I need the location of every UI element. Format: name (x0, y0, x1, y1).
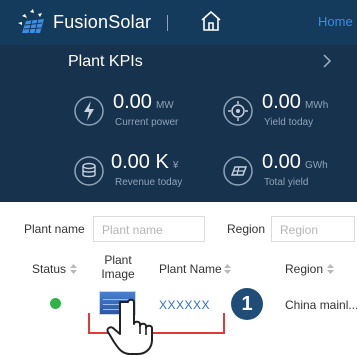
kpi-value: 0.00 (113, 91, 152, 113)
fusionsolar-logo-icon (18, 9, 44, 34)
kpi-unit: GWh (304, 160, 328, 171)
top-bar: FusionSolar Home (0, 0, 357, 45)
sort-icon[interactable] (70, 264, 77, 274)
column-header-status[interactable]: Status (32, 262, 66, 276)
column-header-plant-image: Plant Image (101, 253, 135, 281)
plant-kpi-panel: Plant KPIs 0.00 MW Current power 0.00 MWh … (0, 45, 357, 202)
chevron-right-icon[interactable] (320, 53, 334, 69)
home-link[interactable]: Home (318, 14, 353, 29)
step-number-badge: 1 (231, 288, 263, 320)
kpi-unit: MW (155, 100, 174, 111)
plant-name-label: Plant name (24, 222, 85, 236)
kpi-unit: ¥ (172, 160, 179, 171)
app-title: FusionSolar (53, 12, 152, 32)
region-input[interactable]: Region (271, 216, 355, 242)
sort-icon[interactable] (224, 264, 231, 274)
plant-name-link[interactable]: XXXXXX (159, 298, 210, 312)
kpi-label: Total yield (264, 177, 309, 188)
lightning-icon (74, 96, 104, 126)
region-label: Region (227, 222, 266, 236)
kpi-value: 0.00 (262, 91, 301, 113)
solar-panel-icon (223, 156, 253, 186)
region-cell: China mainl... (285, 298, 357, 312)
kpi-label: Yield today (264, 117, 314, 128)
sort-icon[interactable] (327, 264, 334, 274)
home-icon[interactable] (199, 9, 223, 33)
column-header-plant-name[interactable]: Plant Name (159, 262, 222, 276)
filter-bar: Plant name Plant name Region Region (0, 212, 357, 246)
kpi-unit: MWh (304, 100, 329, 111)
plant-name-input[interactable]: Plant name (93, 216, 205, 242)
status-online-indicator (50, 298, 61, 309)
column-header-region[interactable]: Region (285, 262, 323, 276)
kpi-value: 0.00 K (111, 151, 169, 173)
header-divider (167, 15, 168, 31)
pointing-hand-icon (106, 298, 153, 355)
kpi-value: 0.00 (262, 151, 301, 173)
target-icon (223, 96, 253, 126)
kpi-label: Current power (115, 117, 179, 128)
table-header: Status Plant Image Plant Name Region (0, 250, 357, 288)
kpi-label: Revenue today (115, 177, 183, 188)
kpi-title: Plant KPIs (68, 53, 143, 70)
coins-icon (74, 156, 104, 186)
